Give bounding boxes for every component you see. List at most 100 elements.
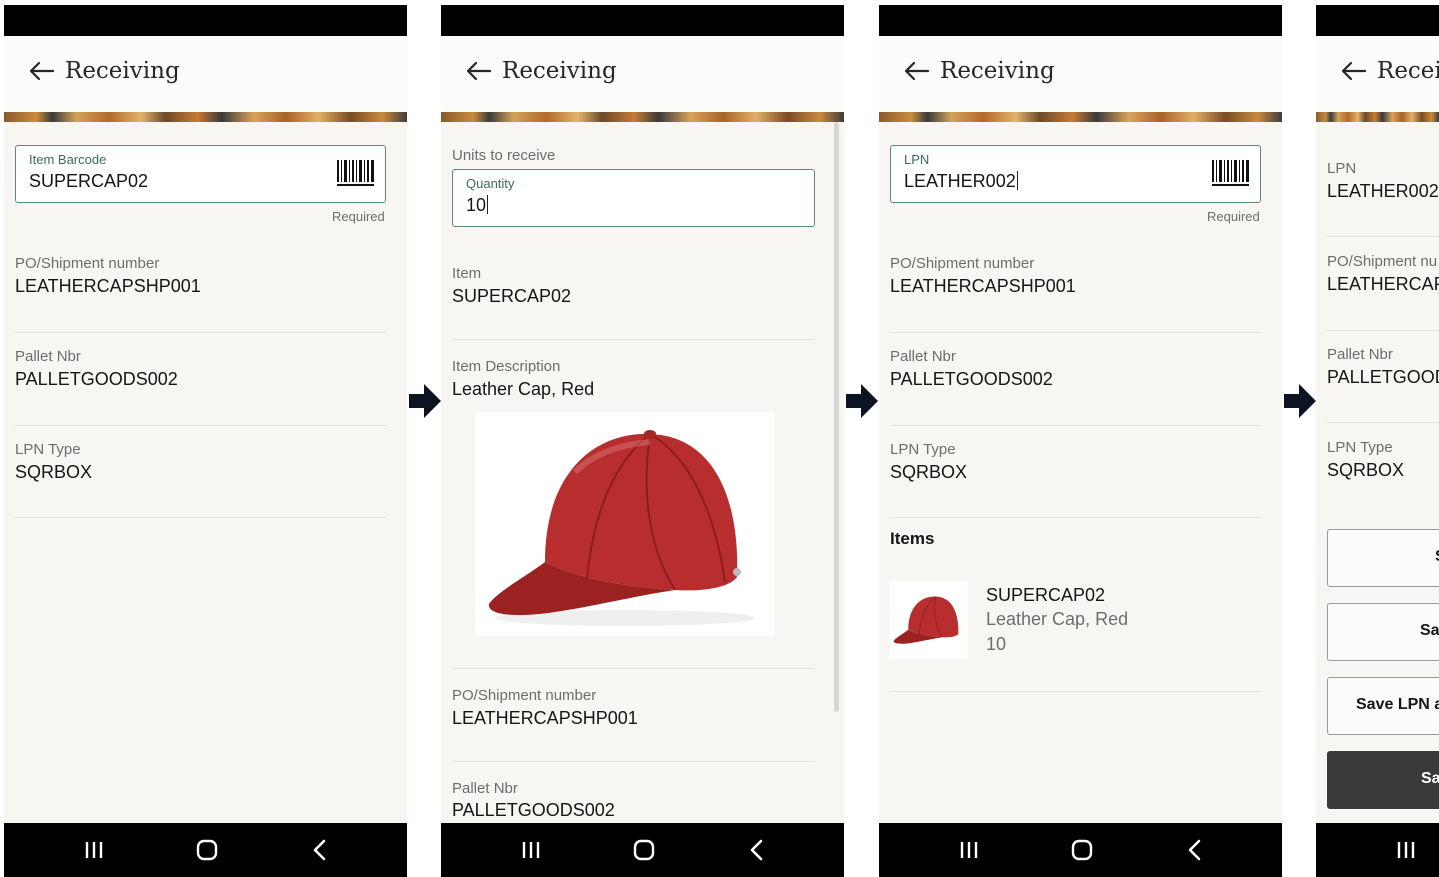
arrow-left-icon[interactable]: [1338, 56, 1368, 86]
lpn-label: LPN: [904, 152, 930, 167]
system-nav-bar: [1316, 823, 1439, 877]
action-button-1[interactable]: S: [1327, 529, 1439, 587]
item-barcode-label: Item Barcode: [29, 152, 107, 167]
pallet-nbr-value: PALLETGOODS002: [452, 800, 615, 820]
list-item[interactable]: SUPERCAP02 Leather Cap, Red 10: [890, 571, 1261, 671]
chevron-left-icon[interactable]: [303, 833, 337, 867]
po-shipment-value: LEATHERCAP: [1327, 274, 1439, 294]
app-bar: Receiving: [4, 36, 407, 112]
divider: [890, 332, 1261, 333]
lpn-value: LEATHER002: [904, 171, 1018, 191]
item-label: Item: [452, 265, 482, 282]
decorative-banner: [879, 112, 1282, 122]
action-button-2[interactable]: Sav: [1327, 603, 1439, 661]
item-image: [475, 412, 774, 636]
po-shipment-value: LEATHERCAPSHP001: [452, 708, 638, 728]
chevron-left-icon[interactable]: [740, 833, 774, 867]
screen-quantity: Receiving Units to receive Quantity 10 I…: [441, 5, 844, 877]
content: Units to receive Quantity 10 Item SUPERC…: [441, 122, 844, 823]
arrow-left-icon[interactable]: [26, 56, 56, 86]
save-lpn-button[interactable]: Save LPN an: [1327, 677, 1439, 735]
po-shipment-label: PO/Shipment number: [452, 687, 597, 704]
po-shipment-label: PO/Shipment nu: [1327, 253, 1438, 270]
po-shipment-label: PO/Shipment number: [890, 255, 1035, 272]
content: LPN LEATHER002 Required PO/Shipment numb…: [879, 122, 1282, 823]
item-barcode-field[interactable]: Item Barcode SUPERCAP02: [15, 145, 386, 203]
divider: [15, 332, 386, 333]
item-description: Leather Cap, Red: [986, 609, 1129, 629]
quantity-field[interactable]: Quantity 10: [452, 169, 815, 227]
home-icon[interactable]: [190, 833, 224, 867]
decorative-banner: [441, 112, 844, 122]
page-title: Receiving: [502, 58, 617, 84]
decorative-banner: [4, 112, 407, 122]
app-bar: Receiving: [879, 36, 1282, 112]
flow-arrow-icon: [846, 384, 878, 418]
status-bar: [879, 5, 1282, 36]
system-nav-bar: [4, 823, 407, 877]
screen-lpn: Receiving LPN LEATHER002 Required PO/Shi…: [879, 5, 1282, 877]
home-icon[interactable]: [627, 833, 661, 867]
status-bar: [441, 5, 844, 36]
items-heading: Items: [890, 529, 935, 548]
divider: [1327, 330, 1439, 331]
divider: [452, 668, 815, 669]
screen-save-lpn: Recei LPN LEATHER002 PO/Shipment nu LEAT…: [1316, 5, 1439, 877]
required-hint: Required: [332, 209, 385, 224]
recent-apps-icon[interactable]: [952, 833, 986, 867]
red-cap-image: [893, 596, 959, 644]
lpn-type-label: LPN Type: [15, 441, 81, 458]
pallet-nbr-label: Pallet Nbr: [15, 348, 81, 365]
scrollbar[interactable]: [834, 122, 839, 712]
lpn-type-value: SQRBOX: [15, 462, 93, 482]
chevron-left-icon[interactable]: [1178, 833, 1212, 867]
save-button[interactable]: Sa: [1327, 751, 1439, 809]
item-value: SUPERCAP02: [452, 286, 572, 306]
red-cap-image: [488, 430, 755, 626]
quantity-value: 10: [466, 195, 489, 215]
arrow-left-icon[interactable]: [901, 56, 931, 86]
units-to-receive-label: Units to receive: [452, 147, 556, 164]
arrow-left-icon[interactable]: [463, 56, 493, 86]
pallet-nbr-label: Pallet Nbr: [452, 780, 518, 797]
flow-arrow-icon: [409, 384, 441, 418]
lpn-type-label: LPN Type: [890, 441, 956, 458]
divider: [15, 425, 386, 426]
home-icon[interactable]: [1065, 833, 1099, 867]
pallet-nbr-label: Pallet Nbr: [1327, 346, 1393, 363]
status-bar: [1316, 5, 1439, 36]
divider: [1327, 422, 1439, 423]
page-title: Receiving: [65, 58, 180, 84]
po-shipment-value: LEATHERCAPSHP001: [890, 276, 1076, 296]
screen-item-barcode: Receiving Item Barcode SUPERCAP02 Requir…: [4, 5, 407, 877]
item-description-value: Leather Cap, Red: [452, 379, 595, 399]
flow-arrow-icon: [1284, 384, 1316, 418]
item-description-label: Item Description: [452, 358, 561, 375]
item-thumbnail: [890, 581, 968, 659]
divider: [890, 691, 1261, 692]
recent-apps-icon[interactable]: [77, 833, 111, 867]
content: Item Barcode SUPERCAP02 Required PO/Ship…: [4, 122, 407, 823]
recent-apps-icon[interactable]: [1389, 833, 1423, 867]
system-nav-bar: [441, 823, 844, 877]
required-hint: Required: [1207, 209, 1260, 224]
lpn-type-label: LPN Type: [1327, 439, 1393, 456]
lpn-value: LEATHER002: [1327, 181, 1439, 201]
lpn-field[interactable]: LPN LEATHER002: [890, 145, 1261, 203]
po-shipment-label: PO/Shipment number: [15, 255, 160, 272]
status-bar: [4, 5, 407, 36]
divider: [452, 761, 815, 762]
item-barcode-value: SUPERCAP02: [29, 171, 149, 191]
recent-apps-icon[interactable]: [514, 833, 548, 867]
app-bar: Receiving: [441, 36, 844, 112]
page-title: Receiving: [940, 58, 1055, 84]
barcode-icon[interactable]: [1212, 160, 1250, 188]
item-code: SUPERCAP02: [986, 585, 1106, 605]
divider: [1327, 236, 1439, 237]
divider: [452, 339, 815, 340]
app-bar: Recei: [1316, 36, 1439, 112]
barcode-icon[interactable]: [337, 160, 375, 188]
content: LPN LEATHER002 PO/Shipment nu LEATHERCAP…: [1316, 122, 1439, 823]
lpn-label: LPN: [1327, 160, 1357, 177]
divider: [890, 517, 1261, 518]
